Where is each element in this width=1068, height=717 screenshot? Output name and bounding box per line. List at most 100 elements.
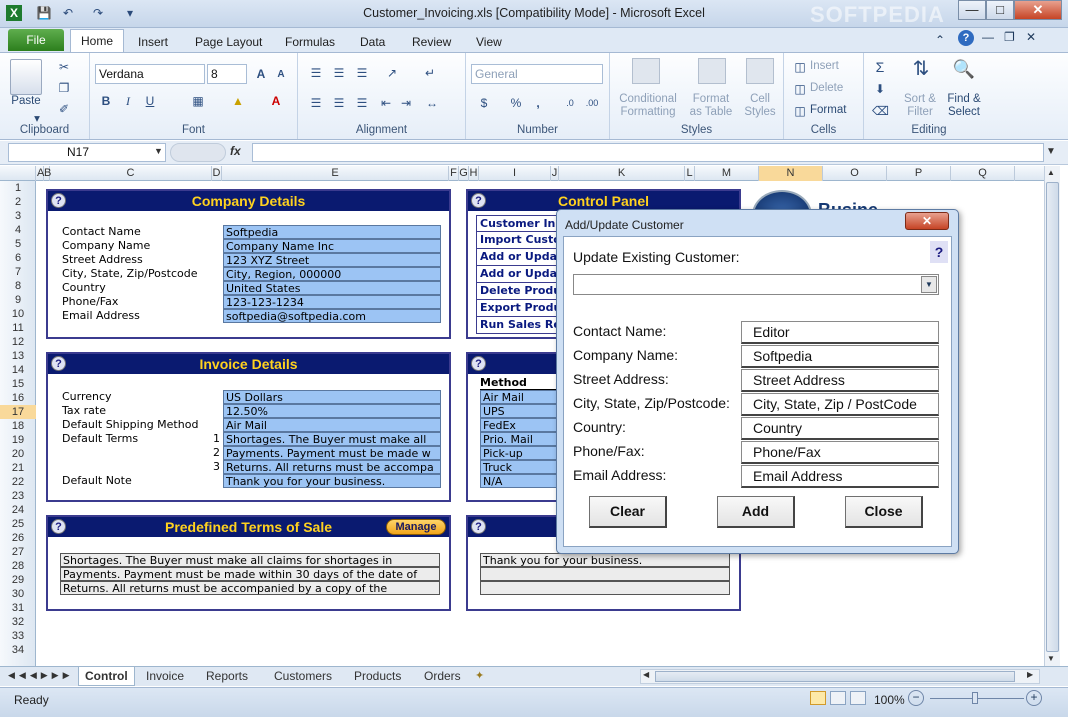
company-field-value[interactable]: softpedia@softpedia.com [223, 309, 441, 323]
column-header[interactable]: P [887, 166, 951, 181]
column-header[interactable]: O [823, 166, 887, 181]
row-header[interactable]: 33 [0, 629, 36, 643]
insert-cells-button[interactable]: Insert [810, 60, 839, 72]
decrease-decimal-icon[interactable]: .00 [584, 95, 600, 111]
sort-filter-button[interactable]: Sort & [900, 93, 940, 105]
shipping-method[interactable]: FedEx [480, 418, 560, 432]
paste-icon[interactable] [10, 59, 42, 95]
currency-value[interactable]: US Dollars [223, 390, 441, 404]
tab-insert[interactable]: Insert [138, 33, 168, 53]
dialog-field-input[interactable]: Street Address [741, 369, 939, 392]
formula-input[interactable] [252, 143, 1044, 162]
row-header[interactable]: 18 [0, 419, 36, 433]
row-header[interactable]: 9 [0, 293, 36, 307]
dialog-field-input[interactable]: Editor [741, 321, 939, 344]
decrease-indent-icon[interactable]: ⇤ [378, 95, 394, 111]
fill-icon[interactable]: ⬇ [872, 81, 888, 97]
format-as-table-icon[interactable] [698, 58, 726, 84]
shipping-help-icon[interactable]: ? [471, 356, 486, 371]
customer-select[interactable]: ▼ [573, 274, 939, 295]
term-value[interactable]: Shortages. The Buyer must make all [223, 432, 441, 446]
shipping-value[interactable]: Air Mail [223, 418, 441, 432]
shipping-method[interactable]: N/A [480, 474, 560, 488]
row-header[interactable]: 22 [0, 475, 36, 489]
row-header[interactable]: 8 [0, 279, 36, 293]
add-button[interactable]: Add [717, 496, 795, 528]
note-item[interactable] [480, 567, 730, 581]
row-header[interactable]: 26 [0, 531, 36, 545]
find-select-button[interactable]: Find & [942, 93, 986, 105]
dialog-help-icon[interactable]: ? [930, 241, 948, 263]
find-select-icon[interactable]: 🔍 [952, 60, 976, 87]
zoom-level[interactable]: 100% [874, 693, 905, 707]
grow-font-icon[interactable]: A [253, 66, 269, 82]
terms-help-icon[interactable]: ? [51, 519, 66, 534]
company-field-value[interactable]: 123 XYZ Street [223, 253, 441, 267]
tab-formulas[interactable]: Formulas [285, 33, 335, 53]
merge-center-icon[interactable]: ↔ [424, 95, 440, 111]
close-button[interactable]: Close [845, 496, 923, 528]
italic-button[interactable]: I [120, 93, 136, 109]
sort-filter-icon[interactable]: ⇅ [910, 59, 932, 87]
align-center-icon[interactable]: ☰ [331, 95, 347, 111]
ribbon-minimize-icon[interactable]: ⌃ [935, 33, 945, 47]
term-value[interactable]: Payments. Payment must be made w [223, 446, 441, 460]
align-top-icon[interactable]: ☰ [308, 65, 324, 81]
sheet-tab[interactable]: Invoice [140, 667, 190, 686]
row-header[interactable]: 30 [0, 587, 36, 601]
orientation-icon[interactable]: ↗ [384, 65, 400, 81]
company-field-value[interactable]: City, Region, 000000 [223, 267, 441, 281]
conditional-formatting-icon[interactable] [632, 58, 660, 84]
format-as-table-button[interactable]: Format [682, 93, 740, 105]
ribbon-close-icon[interactable]: ✕ [1026, 30, 1036, 44]
row-header[interactable]: 16 [0, 391, 36, 405]
row-header[interactable]: 5 [0, 237, 36, 251]
tax-rate-value[interactable]: 12.50% [223, 404, 441, 418]
tab-data[interactable]: Data [360, 33, 385, 53]
row-header[interactable]: 12 [0, 335, 36, 349]
insert-cells-icon[interactable]: ◫ [792, 59, 808, 75]
horizontal-scroll-thumb[interactable] [655, 671, 1015, 682]
control-link[interactable]: Run Sales Re [476, 317, 558, 334]
copy-icon[interactable]: ❐ [56, 80, 72, 96]
column-header[interactable]: D [212, 166, 222, 181]
row-header[interactable]: 32 [0, 615, 36, 629]
control-link[interactable]: Add or Upda [476, 266, 558, 283]
sheet-tab[interactable]: Products [348, 667, 407, 686]
page-layout-view-icon[interactable] [830, 691, 846, 705]
currency-button[interactable]: $ [476, 95, 492, 111]
column-header[interactable]: K [559, 166, 685, 181]
help-icon[interactable]: ? [958, 30, 974, 46]
shipping-method[interactable]: Air Mail [480, 390, 560, 404]
font-name-select[interactable]: Verdana [95, 64, 205, 84]
cell-styles-button[interactable]: Cell [740, 93, 780, 105]
row-header[interactable]: 7 [0, 265, 36, 279]
dialog-field-input[interactable]: City, State, Zip / PostCode [741, 393, 939, 416]
name-box[interactable]: N17 [8, 143, 166, 162]
sheet-tab[interactable]: Orders [418, 667, 467, 686]
horizontal-scrollbar[interactable]: ◀ ▶ [640, 669, 1040, 684]
row-header[interactable]: 31 [0, 601, 36, 615]
note-item[interactable]: Thank you for your business. [480, 553, 730, 567]
dialog-field-input[interactable]: Phone/Fax [741, 441, 939, 464]
font-color-icon[interactable]: A [268, 93, 284, 109]
row-header[interactable]: 19 [0, 433, 36, 447]
company-field-value[interactable]: Softpedia [223, 225, 441, 239]
term-item[interactable]: Payments. Payment must be made within 30… [60, 567, 440, 581]
dialog-field-input[interactable]: Email Address [741, 465, 939, 488]
sheet-tab[interactable]: Control [78, 667, 135, 686]
delete-cells-button[interactable]: Delete [810, 82, 843, 94]
column-header[interactable]: F [449, 166, 459, 181]
dialog-close-icon[interactable]: ✕ [905, 212, 949, 230]
shipping-method[interactable]: Truck [480, 460, 560, 474]
tab-review[interactable]: Review [412, 33, 451, 53]
delete-cells-icon[interactable]: ◫ [792, 81, 808, 97]
company-help-icon[interactable]: ? [51, 193, 66, 208]
close-window-button[interactable]: ✕ [1014, 0, 1062, 20]
term-value[interactable]: Returns. All returns must be accompa [223, 460, 441, 474]
zoom-in-icon[interactable]: + [1026, 690, 1042, 706]
company-field-value[interactable]: Company Name Inc [223, 239, 441, 253]
font-size-select[interactable]: 8 [207, 64, 247, 84]
column-header[interactable]: A [37, 166, 44, 181]
tab-view[interactable]: View [476, 33, 502, 53]
